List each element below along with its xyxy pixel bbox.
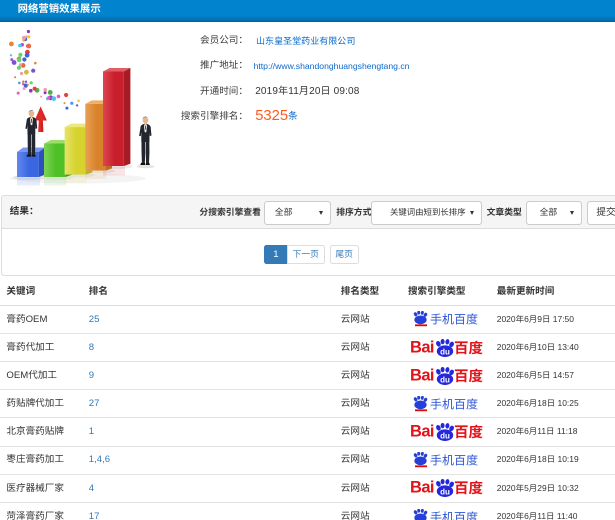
svg-text:手机百度: 手机百度 (430, 313, 478, 327)
svg-text:百度: 百度 (454, 480, 483, 497)
svg-text:百度: 百度 (454, 339, 483, 356)
svg-text:du: du (440, 488, 450, 497)
svg-text:du: du (440, 375, 450, 384)
svg-text:du: du (440, 431, 450, 440)
svg-text:手机百度: 手机百度 (430, 397, 478, 411)
svg-text:手机百度: 手机百度 (430, 454, 478, 468)
svg-text:百度: 百度 (454, 367, 483, 384)
svg-text:Bai: Bai (410, 422, 434, 440)
svg-text:Bai: Bai (410, 338, 434, 356)
svg-text:手机百度: 手机百度 (430, 510, 478, 520)
svg-text:du: du (440, 347, 450, 356)
svg-text:Bai: Bai (410, 479, 434, 497)
svg-text:百度: 百度 (454, 424, 483, 441)
svg-text:Bai: Bai (410, 366, 434, 384)
